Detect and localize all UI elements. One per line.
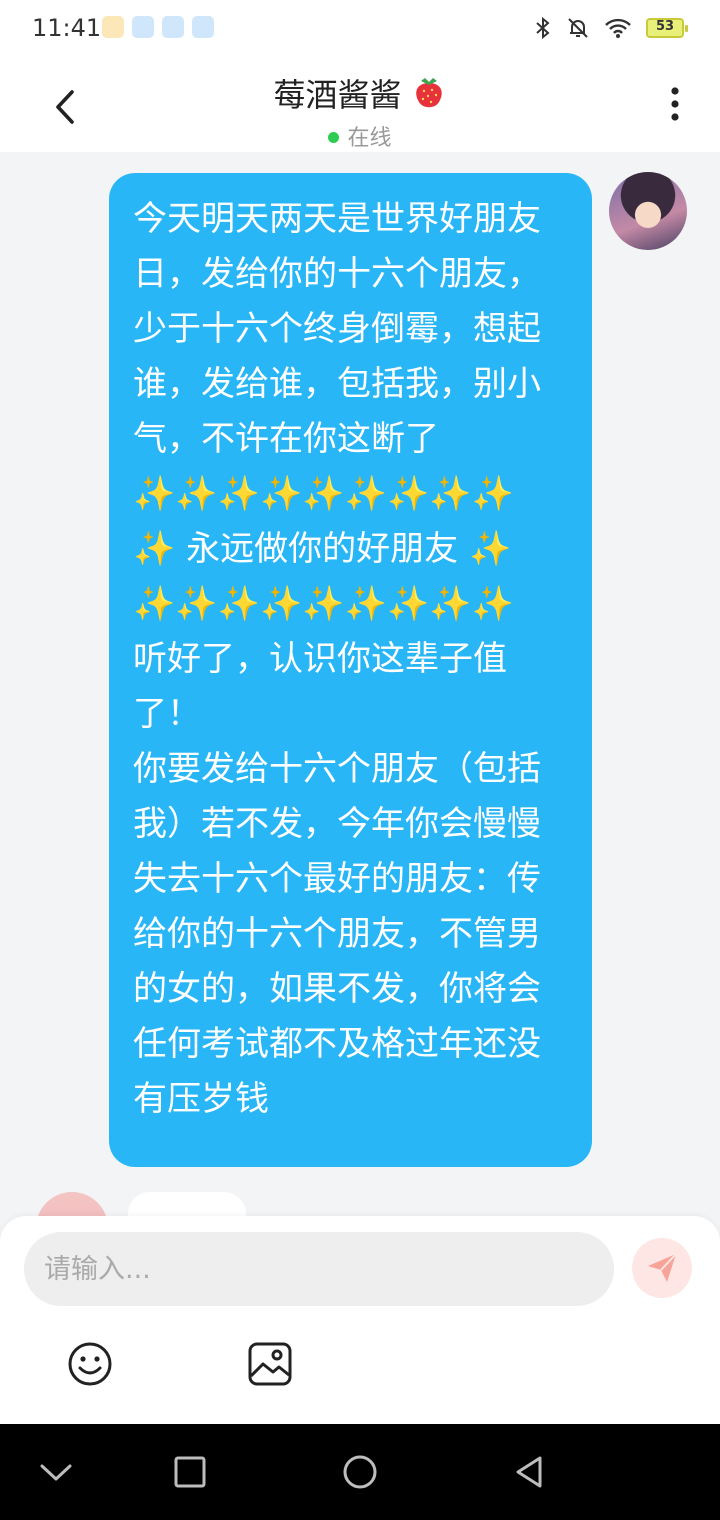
collapse-icon[interactable] xyxy=(36,1452,76,1492)
more-options-button[interactable] xyxy=(660,84,690,124)
send-icon xyxy=(648,1253,677,1282)
composer-panel xyxy=(0,1216,720,1424)
status-icons: 53 xyxy=(534,14,688,42)
avatar[interactable] xyxy=(609,172,687,250)
mute-bell-icon xyxy=(568,18,588,38)
image-icon[interactable] xyxy=(246,1340,294,1388)
bluetooth-icon xyxy=(536,16,550,40)
emoji-icon[interactable] xyxy=(66,1340,114,1388)
app-notification-icon xyxy=(102,16,124,38)
online-status: 在线 xyxy=(0,120,720,152)
app-notification-icon xyxy=(132,16,154,38)
recents-icon[interactable] xyxy=(170,1452,210,1492)
avatar[interactable] xyxy=(36,1192,108,1216)
back-triangle-icon[interactable] xyxy=(510,1452,550,1492)
strawberry-icon xyxy=(415,78,442,108)
wifi-icon xyxy=(605,18,631,38)
chat-title-block: 莓酒酱酱 在线 xyxy=(0,70,720,152)
send-button[interactable] xyxy=(632,1238,692,1298)
online-dot-icon xyxy=(328,132,340,143)
page-title: 莓酒酱酱 xyxy=(273,76,402,114)
battery-icon: 53 xyxy=(646,18,688,38)
status-bar: 11:41 53 xyxy=(0,0,720,56)
system-nav-bar xyxy=(0,1424,720,1520)
message-bubble-received[interactable]: 嗯嗯 xyxy=(128,1192,246,1216)
home-icon[interactable] xyxy=(340,1452,380,1492)
app-notification-icon xyxy=(162,16,184,38)
app-notification-icon xyxy=(192,16,214,38)
message-bubble-sent[interactable]: 今天明天两天是世界好朋友日，发给你的十六个朋友，少于十六个终身倒霉，想起谁，发给… xyxy=(109,173,592,1167)
status-time: 11:41 xyxy=(32,14,102,42)
message-input[interactable] xyxy=(24,1232,614,1306)
message-list[interactable]: 今天明天两天是世界好朋友日，发给你的十六个朋友，少于十六个终身倒霉，想起谁，发给… xyxy=(0,152,720,1216)
chat-header: 莓酒酱酱 在线 xyxy=(0,56,720,152)
